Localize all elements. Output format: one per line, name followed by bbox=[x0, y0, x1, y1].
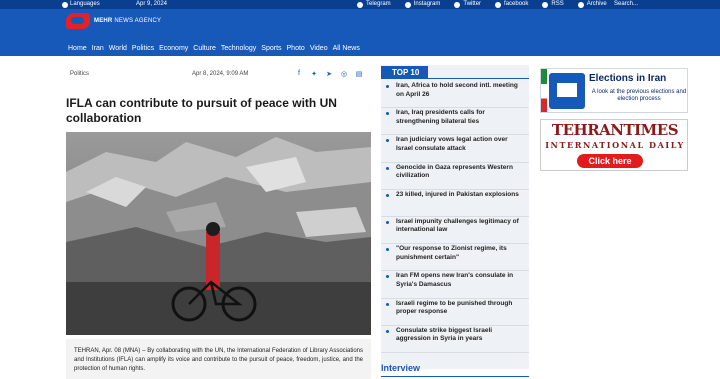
twitter-icon bbox=[454, 1, 461, 8]
brand-name: MEHR bbox=[94, 18, 113, 24]
article-lead: TEHRAN, Apr. 08 (MNA) – By collaborating… bbox=[66, 339, 371, 379]
nav-video[interactable]: Video bbox=[310, 45, 328, 52]
telegram-share-icon[interactable]: ➤ bbox=[326, 70, 332, 78]
nav-home[interactable]: Home bbox=[68, 45, 87, 52]
elections-banner[interactable]: Elections in Iran A look at the previous… bbox=[540, 68, 688, 113]
top10-item[interactable]: Iran judiciary vows legal action over Is… bbox=[381, 135, 529, 163]
top10-item[interactable]: Consulate strike biggest Israeli aggress… bbox=[381, 326, 529, 353]
nav-politics[interactable]: Politics bbox=[132, 45, 154, 52]
elections-heading: Elections in Iran bbox=[589, 73, 667, 84]
nav-sports[interactable]: Sports bbox=[261, 45, 281, 52]
site-logo[interactable]: MEHR NEWS AGENCY bbox=[66, 13, 161, 29]
article-title: IFLA can contribute to pursuit of peace … bbox=[66, 96, 337, 125]
elections-subtext: A look at the previous elections and ele… bbox=[591, 89, 687, 102]
social-links: Telegram Instagram Twitter facebook RSS … bbox=[357, 0, 607, 9]
facebook-share-icon[interactable]: f bbox=[296, 70, 302, 77]
top10-item[interactable]: Iran FM opens new Iran's consulate in Sy… bbox=[381, 271, 529, 299]
top10-panel: TOP 10 Iran, Africa to hold second intl.… bbox=[381, 65, 529, 369]
social-link-twitter[interactable]: Twitter bbox=[454, 0, 481, 9]
whatsapp-share-icon[interactable]: ◎ bbox=[341, 70, 347, 78]
top10-list: Iran, Africa to hold second intl. meetin… bbox=[381, 81, 529, 353]
top10-item[interactable]: Israel impunity challenges legitimacy of… bbox=[381, 217, 529, 245]
flag-stripe bbox=[541, 69, 547, 112]
brand-sub: NEWS AGENCY bbox=[114, 18, 162, 24]
share-tools: f ✦ ➤ ◎ ▤ bbox=[296, 70, 363, 78]
social-link-rss[interactable]: RSS bbox=[542, 0, 564, 9]
interview-title[interactable]: Interview bbox=[381, 363, 420, 373]
instagram-icon bbox=[404, 1, 411, 8]
nav-all-news[interactable]: All News bbox=[333, 45, 360, 52]
top10-item[interactable]: "Our response to Zionist regime, its pun… bbox=[381, 244, 529, 272]
languages-label: Languages bbox=[70, 1, 100, 7]
article-category[interactable]: Politics bbox=[70, 71, 89, 77]
top10-divider bbox=[381, 78, 529, 79]
ballot-box-icon bbox=[549, 73, 585, 109]
globe-icon bbox=[62, 1, 68, 8]
top10-item[interactable]: Iran, Africa to hold second intl. meetin… bbox=[381, 81, 529, 109]
nav-economy[interactable]: Economy bbox=[159, 45, 188, 52]
top-strip: Languages Apr 9, 2024 Telegram Instagram… bbox=[0, 0, 720, 9]
tehran-times-logo: TEHRANTIMES bbox=[551, 121, 679, 139]
social-link-archive[interactable]: Archive bbox=[577, 0, 607, 9]
top10-item[interactable]: Iran, Iraq presidents calls for strength… bbox=[381, 108, 529, 136]
article-date: Apr 8, 2024, 9:09 AM bbox=[192, 71, 249, 77]
interview-section: Interview bbox=[381, 360, 529, 379]
interview-divider bbox=[381, 376, 529, 377]
top10-item[interactable]: Genocide in Gaza represents Western civi… bbox=[381, 163, 529, 190]
facebook-icon bbox=[495, 1, 502, 8]
nav-world[interactable]: World bbox=[109, 45, 127, 52]
click-here-button[interactable]: Click here bbox=[577, 154, 643, 168]
social-link-facebook[interactable]: facebook bbox=[495, 0, 528, 9]
nav-culture[interactable]: Culture bbox=[193, 45, 216, 52]
search-input[interactable]: Search... bbox=[614, 0, 680, 9]
top10-item[interactable]: Israeli regime to be punished through pr… bbox=[381, 299, 529, 326]
rss-icon bbox=[542, 1, 549, 8]
print-icon[interactable]: ▤ bbox=[356, 70, 363, 78]
tehran-times-banner[interactable]: TEHRANTIMES INTERNATIONAL DAILY Click he… bbox=[540, 119, 688, 171]
archive-icon bbox=[577, 1, 584, 8]
languages-menu[interactable]: Languages bbox=[62, 0, 100, 9]
nav-photo[interactable]: Photo bbox=[287, 45, 305, 52]
telegram-icon bbox=[357, 1, 363, 8]
social-link-telegram[interactable]: Telegram bbox=[357, 0, 391, 9]
nav-technology[interactable]: Technology bbox=[221, 45, 256, 52]
article-photo bbox=[66, 132, 371, 335]
mehr-logo-icon bbox=[66, 13, 90, 29]
top10-item[interactable]: 23 killed, injured in Pakistan explosion… bbox=[381, 190, 529, 217]
twitter-share-icon[interactable]: ✦ bbox=[311, 70, 317, 78]
site-header: MEHR NEWS AGENCY Home Iran World Politic… bbox=[0, 9, 720, 56]
current-date: Apr 9, 2024 bbox=[136, 1, 168, 7]
main-nav: Home Iran World Politics Economy Culture… bbox=[68, 45, 360, 52]
nav-iran[interactable]: Iran bbox=[92, 45, 104, 52]
social-link-instagram[interactable]: Instagram bbox=[404, 0, 440, 9]
rubble-photo-image bbox=[66, 132, 371, 335]
tehran-times-tagline: INTERNATIONAL DAILY bbox=[545, 140, 685, 150]
